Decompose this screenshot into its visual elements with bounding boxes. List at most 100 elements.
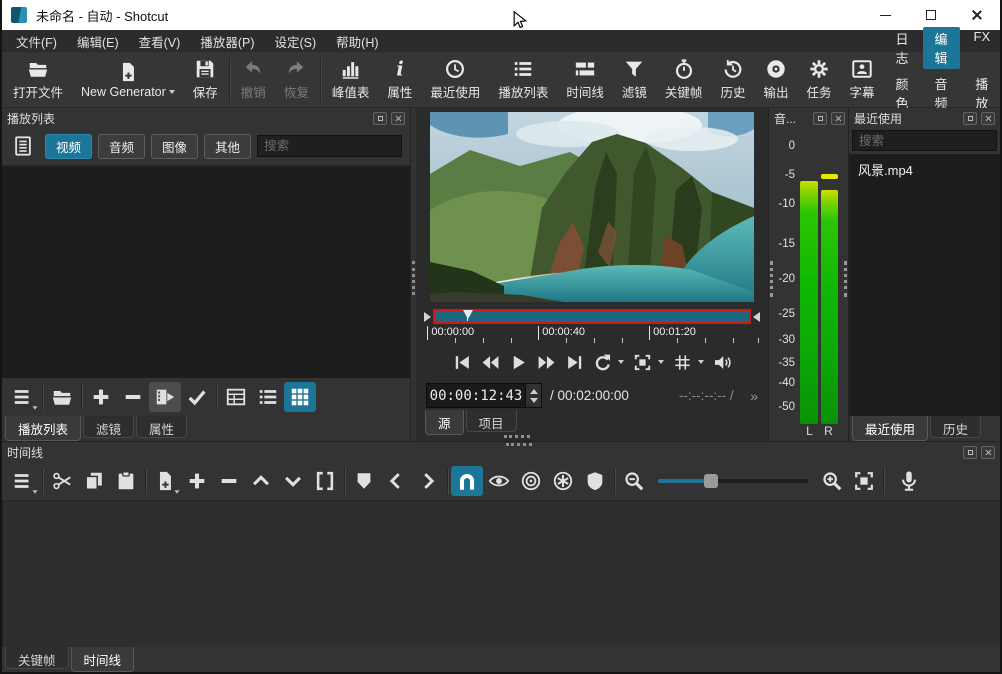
tab-history[interactable]: 历史 xyxy=(930,416,981,438)
panel-float-button[interactable] xyxy=(373,112,387,125)
player-scrubber[interactable] xyxy=(424,308,760,325)
fast-forward-button[interactable] xyxy=(537,353,556,372)
panel-close-button[interactable] xyxy=(981,112,995,125)
split-button[interactable] xyxy=(309,466,341,496)
scrub-while-dragging-button[interactable] xyxy=(483,466,515,496)
splitter-handle[interactable] xyxy=(844,261,847,297)
maximize-button[interactable] xyxy=(908,0,954,30)
panel-float-button[interactable] xyxy=(963,446,977,459)
timeline-menu-button[interactable] xyxy=(7,466,39,496)
playlist-update-button[interactable] xyxy=(149,382,181,412)
timeline-tracks-area[interactable] xyxy=(2,500,1000,647)
current-time-input[interactable] xyxy=(427,384,525,407)
panel-close-button[interactable] xyxy=(981,446,995,459)
menu-help[interactable]: 帮助(H) xyxy=(326,30,388,53)
toolbar-subtitles[interactable]: 字幕 xyxy=(840,56,883,103)
marker-button[interactable] xyxy=(348,466,380,496)
overflow-chevron-icon[interactable]: » xyxy=(750,388,758,404)
playlist-view-button[interactable] xyxy=(7,131,39,161)
zoom-out-button[interactable] xyxy=(618,466,650,496)
toolbar-recent[interactable]: 最近使用 xyxy=(421,56,489,103)
tab-properties[interactable]: 属性 xyxy=(136,416,187,438)
remove-track-button[interactable] xyxy=(213,466,245,496)
record-audio-button[interactable] xyxy=(893,466,925,496)
panel-close-button[interactable] xyxy=(391,112,405,125)
layout-fx[interactable]: FX xyxy=(962,27,1002,69)
timeline-zoom-slider[interactable] xyxy=(658,473,808,489)
out-point-marker[interactable] xyxy=(753,312,760,322)
view-details-button[interactable] xyxy=(220,382,252,412)
zoom-fit-button[interactable] xyxy=(633,353,652,372)
tab-playlist[interactable]: 播放列表 xyxy=(5,416,81,441)
tab-keyframes[interactable]: 关键帧 xyxy=(5,647,69,669)
playlist-menu-button[interactable] xyxy=(7,382,39,412)
move-track-down-button[interactable] xyxy=(277,466,309,496)
recent-search-input[interactable] xyxy=(852,130,997,151)
zoom-in-button[interactable] xyxy=(816,466,848,496)
list-item[interactable]: 风景.mp4 xyxy=(849,154,1000,185)
splitter-handle[interactable] xyxy=(770,261,773,297)
cut-button[interactable] xyxy=(46,466,78,496)
playlist-search-input[interactable] xyxy=(257,135,402,157)
snap-button[interactable] xyxy=(451,466,483,496)
horizontal-splitter-handle[interactable] xyxy=(504,435,530,438)
tab-project[interactable]: 项目 xyxy=(466,410,517,432)
rewind-button[interactable] xyxy=(481,353,500,372)
filter-tab-image[interactable]: 图像 xyxy=(151,134,198,159)
menu-player[interactable]: 播放器(P) xyxy=(190,30,264,53)
filter-tab-audio[interactable]: 音频 xyxy=(98,134,145,159)
player-time-ruler[interactable]: 00:00:00 00:00:40 00:01:20 xyxy=(424,326,760,346)
next-marker-button[interactable] xyxy=(412,466,444,496)
volume-button[interactable] xyxy=(713,353,732,372)
menu-file[interactable]: 文件(F) xyxy=(6,30,67,53)
toolbar-export[interactable]: 输出 xyxy=(754,56,797,103)
playlist-add-button[interactable] xyxy=(85,382,117,412)
view-tiles-button[interactable] xyxy=(252,382,284,412)
spin-arrows[interactable] xyxy=(525,384,541,407)
menu-view[interactable]: 查看(V) xyxy=(129,30,191,53)
playlist-empty-list[interactable] xyxy=(2,165,410,378)
copy-button[interactable] xyxy=(78,466,110,496)
chevron-down-icon[interactable] xyxy=(698,360,704,364)
menu-settings[interactable]: 设定(S) xyxy=(264,30,326,53)
scrubber-bar[interactable] xyxy=(433,309,751,324)
toolbar-keyframes[interactable]: 关键帧 xyxy=(656,56,712,103)
view-icons-button[interactable] xyxy=(284,382,316,412)
playlist-open-button[interactable] xyxy=(46,382,78,412)
chevron-down-icon[interactable] xyxy=(658,360,664,364)
toolbar-playlist[interactable]: 播放列表 xyxy=(489,56,557,103)
toolbar-history[interactable]: 历史 xyxy=(711,56,754,103)
move-track-up-button[interactable] xyxy=(245,466,277,496)
in-point-marker[interactable] xyxy=(424,312,431,322)
paste-button[interactable] xyxy=(110,466,142,496)
prev-marker-button[interactable] xyxy=(380,466,412,496)
toolbar-jobs[interactable]: 任务 xyxy=(797,56,840,103)
panel-float-button[interactable] xyxy=(963,112,977,125)
skip-end-button[interactable] xyxy=(565,353,584,372)
add-track-button[interactable] xyxy=(181,466,213,496)
panel-close-button[interactable] xyxy=(831,112,845,125)
append-button[interactable] xyxy=(149,466,181,496)
toolbar-properties[interactable]: 属性 xyxy=(378,56,421,103)
horizontal-splitter-handle[interactable] xyxy=(506,443,532,446)
playhead-marker[interactable] xyxy=(463,310,473,319)
loop-button[interactable] xyxy=(593,353,612,372)
menu-edit[interactable]: 编辑(E) xyxy=(67,30,129,53)
playlist-select-button[interactable] xyxy=(181,382,213,412)
filter-tab-video[interactable]: 视频 xyxy=(45,134,92,159)
ripple-markers-button[interactable] xyxy=(579,466,611,496)
toolbar-filters[interactable]: 滤镜 xyxy=(613,56,656,103)
tab-filters[interactable]: 滤镜 xyxy=(83,416,134,438)
toolbar-open-file[interactable]: 打开文件 xyxy=(4,56,72,103)
tab-timeline[interactable]: 时间线 xyxy=(71,647,135,672)
layout-editing[interactable]: 编辑 xyxy=(923,27,960,69)
toolbar-timeline[interactable]: 时间线 xyxy=(557,56,613,103)
chevron-down-icon[interactable] xyxy=(618,360,624,364)
slider-handle[interactable] xyxy=(704,474,718,488)
toolbar-save[interactable]: 保存 xyxy=(184,56,227,103)
tab-recent[interactable]: 最近使用 xyxy=(852,416,928,441)
layout-logging[interactable]: 日志 xyxy=(884,27,921,69)
grid-button[interactable] xyxy=(673,353,692,372)
tab-source[interactable]: 源 xyxy=(425,410,464,435)
close-button[interactable] xyxy=(954,0,1000,30)
